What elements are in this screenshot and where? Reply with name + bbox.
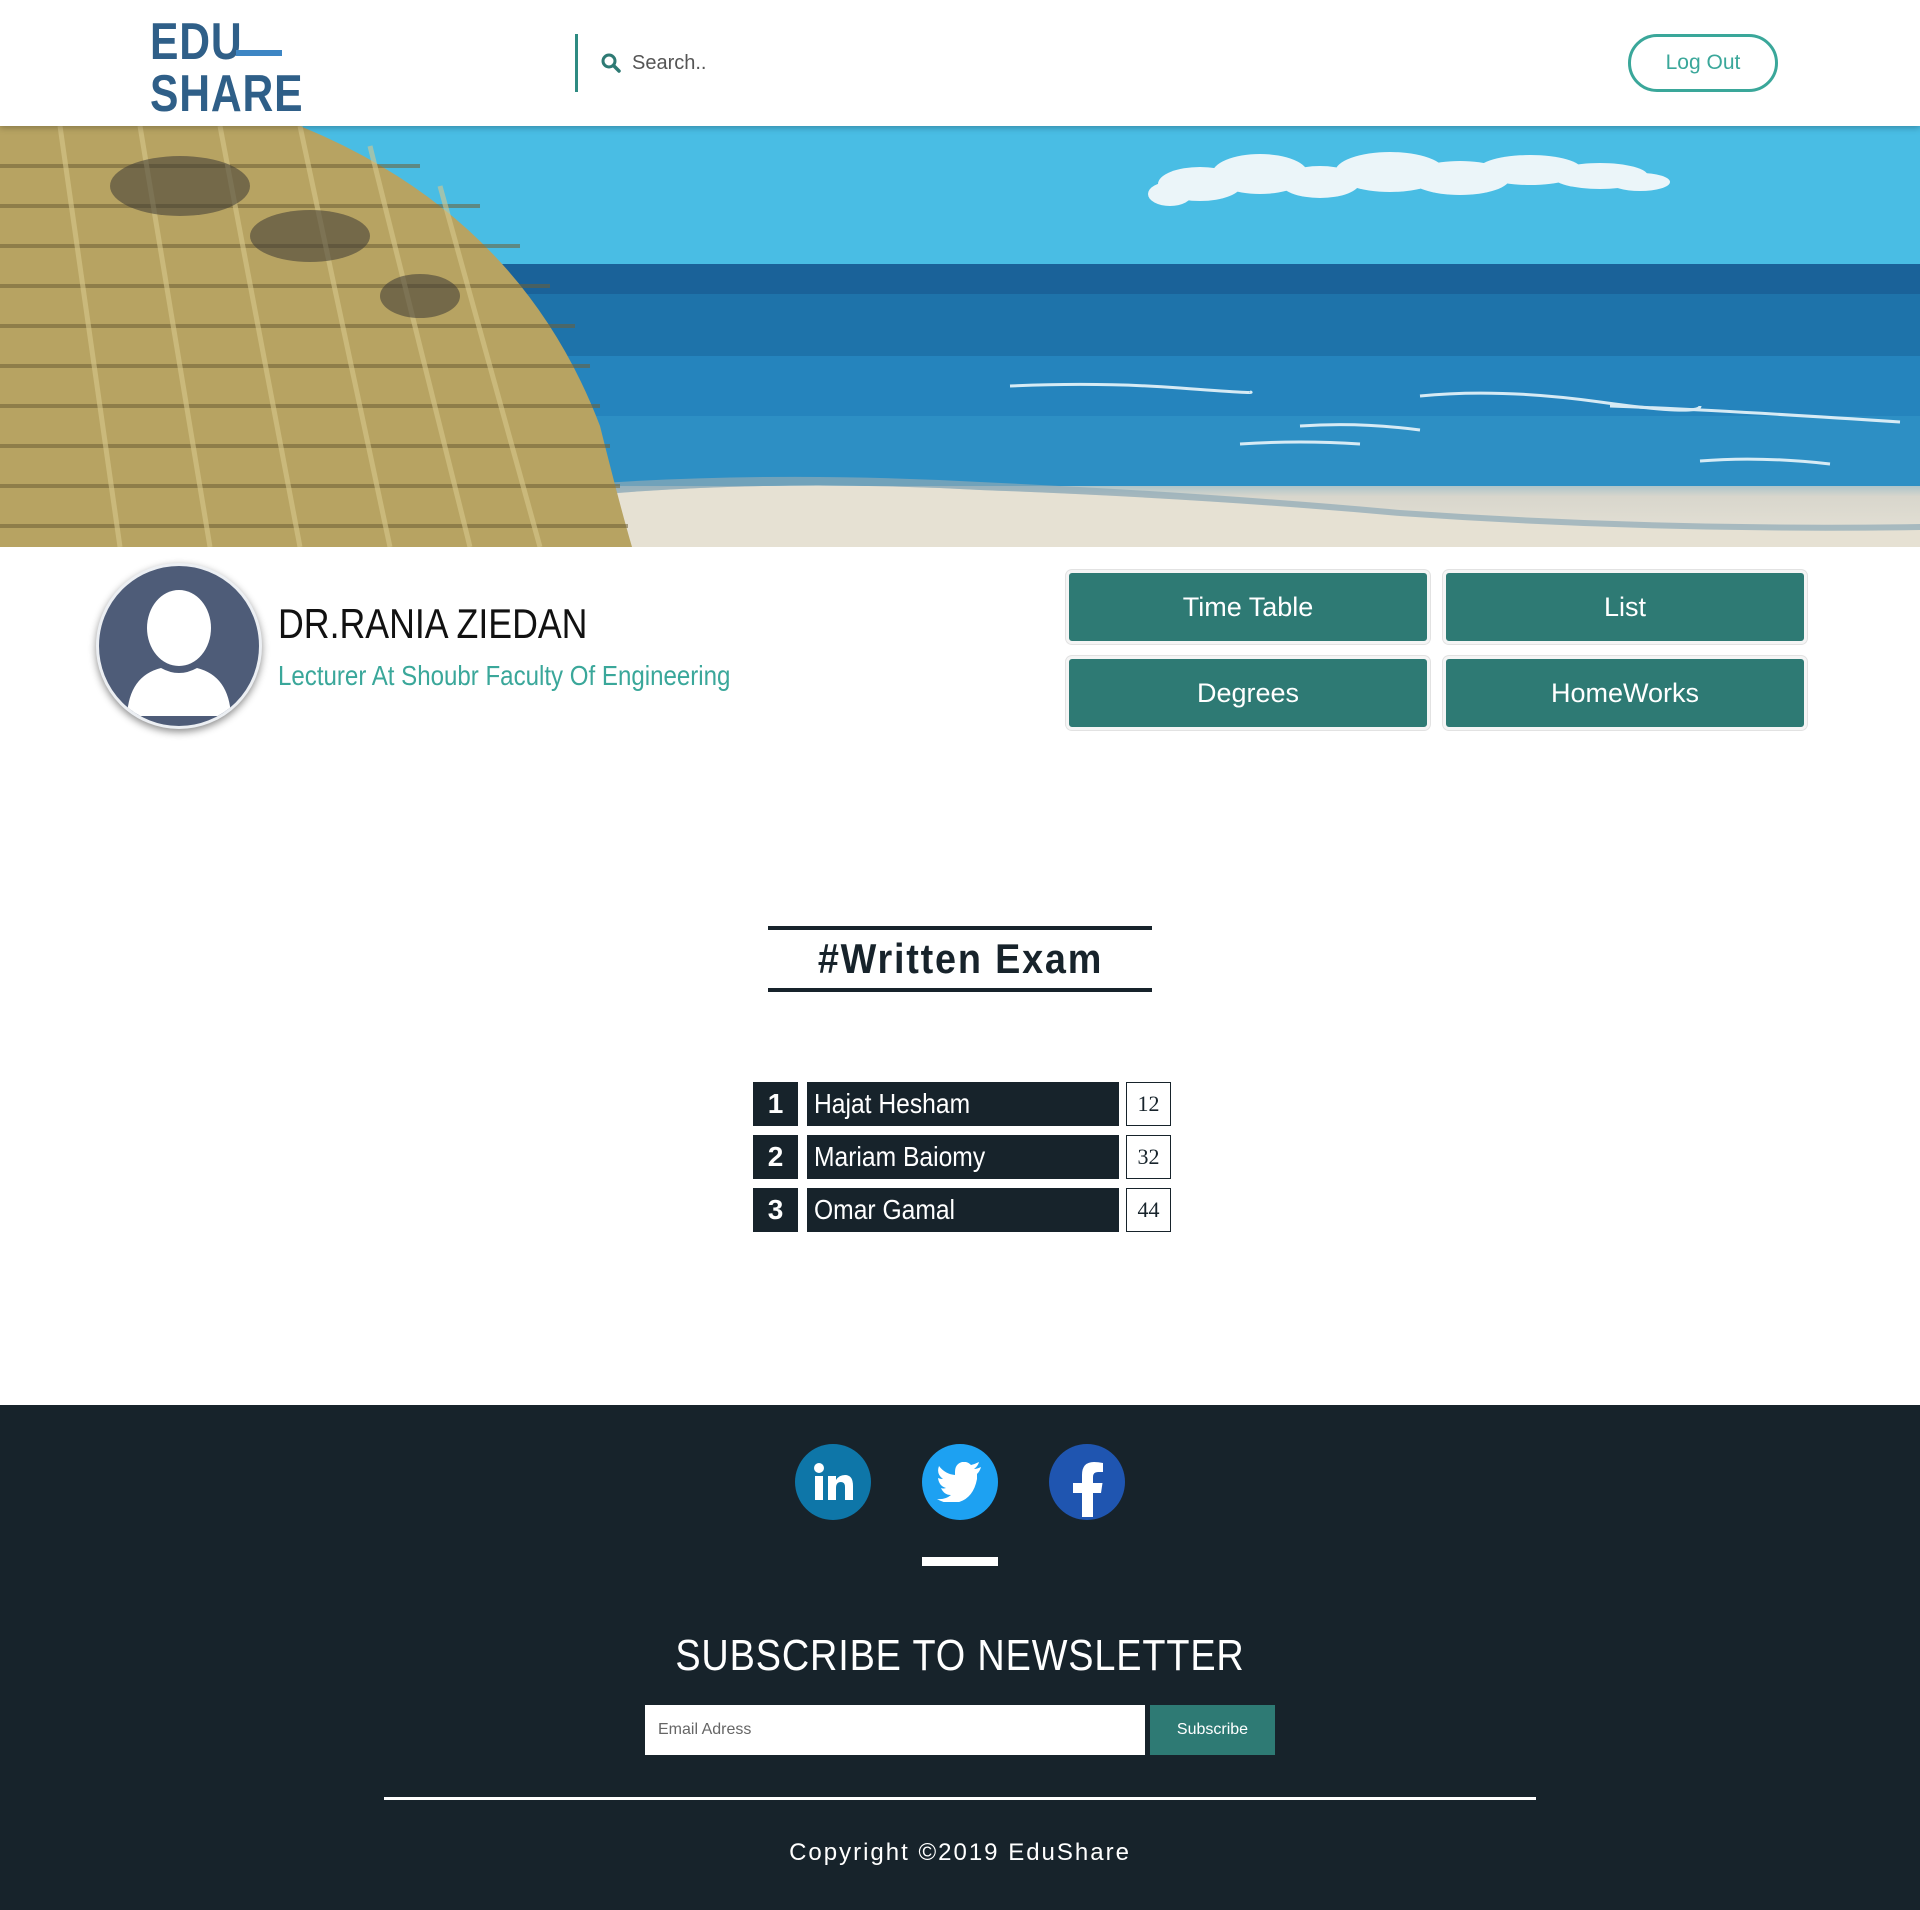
student-score: 44	[1126, 1188, 1171, 1232]
logo-text-bottom: SHARE	[150, 65, 304, 123]
list-button[interactable]: List	[1443, 570, 1807, 644]
rank-number: 3	[753, 1188, 798, 1232]
profile-nav-grid: Time Table List Degrees HomeWorks	[1066, 570, 1816, 738]
logo-dash	[236, 50, 282, 56]
student-name: Hajat Hesham	[807, 1082, 1119, 1126]
student-name: Omar Gamal	[807, 1188, 1119, 1232]
section-title: #Written Exam	[768, 926, 1152, 992]
rank-number: 2	[753, 1135, 798, 1179]
newsletter-title: SUBSCRIBE TO NEWSLETTER	[0, 1631, 1920, 1681]
rank-number: 1	[753, 1082, 798, 1126]
section-title-text: #Written Exam	[817, 935, 1103, 982]
student-name: Mariam Baiomy	[807, 1135, 1119, 1179]
linkedin-icon[interactable]	[795, 1444, 871, 1520]
twitter-icon[interactable]	[922, 1444, 998, 1520]
student-score: 12	[1126, 1082, 1171, 1126]
facebook-icon[interactable]	[1049, 1444, 1125, 1520]
email-field[interactable]	[645, 1705, 1145, 1755]
newsletter-title-text: SUBSCRIBE TO NEWSLETTER	[675, 1631, 1245, 1680]
logo-text-top: EDU	[150, 13, 243, 71]
profile-role: Lecturer At Shoubr Faculty Of Engineerin…	[278, 660, 731, 691]
copyright-text: Copyright ©2019 EduShare	[789, 1839, 1131, 1866]
footer-rule	[384, 1797, 1536, 1800]
cover-banner-image	[0, 126, 1920, 547]
degrees-button[interactable]: Degrees	[1066, 656, 1430, 730]
profile-avatar[interactable]	[96, 563, 262, 729]
ranking-row[interactable]: 1 Hajat Hesham 12	[753, 1082, 1171, 1126]
profile-name: DR.RANIA ZIEDAN	[278, 600, 588, 647]
footer: SUBSCRIBE TO NEWSLETTER Subscribe Copyri…	[0, 1405, 1920, 1910]
top-navbar: EDU SHARE Log Out	[0, 0, 1920, 126]
ranking-row[interactable]: 2 Mariam Baiomy 32	[753, 1135, 1171, 1179]
subscribe-button[interactable]: Subscribe	[1150, 1705, 1275, 1755]
ranking-row[interactable]: 3 Omar Gamal 44	[753, 1188, 1171, 1232]
edushare-logo[interactable]: EDU SHARE	[150, 12, 303, 123]
student-name-text: Hajat Hesham	[814, 1088, 971, 1119]
homeworks-button[interactable]: HomeWorks	[1443, 656, 1807, 730]
search-input[interactable]	[632, 51, 952, 75]
footer-divider-bar	[922, 1557, 998, 1566]
student-score: 32	[1126, 1135, 1171, 1179]
search-icon[interactable]	[600, 52, 622, 74]
timetable-button[interactable]: Time Table	[1066, 570, 1430, 644]
search-bar	[575, 34, 975, 92]
logout-button[interactable]: Log Out	[1628, 34, 1778, 92]
student-name-text: Mariam Baiomy	[814, 1141, 986, 1172]
student-name-text: Omar Gamal	[814, 1194, 956, 1225]
